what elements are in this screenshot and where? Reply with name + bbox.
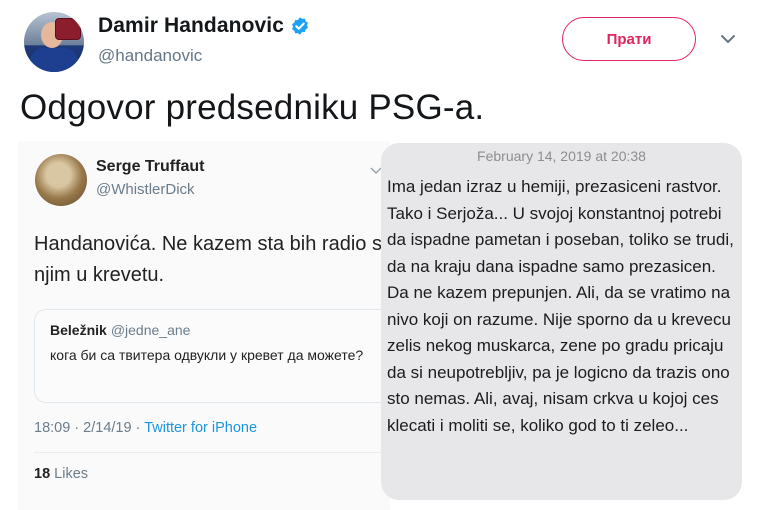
- quoted-tweet-author: Beležnik @jedne_ane: [50, 322, 190, 338]
- avatar-suit: [30, 48, 78, 72]
- message-date: February 14, 2019 at 20:38: [477, 148, 646, 164]
- quoted-tweet-text: кога би са твитера одвукли у кревет да м…: [50, 347, 364, 363]
- embedded-display-name: Serge Truffaut: [96, 158, 205, 175]
- embedded-tweet-text: Handanovića. Ne kazem sta bih radio s nj…: [34, 233, 382, 286]
- embedded-likes: 18 Likes: [34, 466, 88, 482]
- quoted-tweet: Beležnik @jedne_ane кога би са твитера од…: [34, 309, 390, 403]
- user-handle[interactable]: @handanovic: [98, 46, 202, 66]
- embedded-divider: [34, 452, 390, 453]
- embedded-handle: @WhistlerDick: [96, 181, 195, 198]
- embedded-time: 18:09 · 2/14/19 ·: [34, 420, 145, 436]
- message-text: Ima jedan izraz u hemiji, prezasiceni ra…: [387, 177, 734, 435]
- verified-badge-icon: [292, 17, 308, 35]
- quoted-tweet-handle: @jedne_ane: [110, 322, 191, 338]
- avatar-crest: [55, 18, 81, 40]
- embedded-source: Twitter for iPhone: [144, 420, 258, 436]
- display-name[interactable]: Damir Handanovic: [98, 14, 284, 38]
- embedded-likes-count: 18: [34, 466, 51, 482]
- chevron-down-icon[interactable]: [720, 33, 736, 45]
- embedded-tweet-screenshot: Serge Truffaut @WhistlerDick Handanovića…: [18, 141, 390, 510]
- profile-avatar[interactable]: [24, 12, 84, 72]
- display-name-row[interactable]: Damir Handanovic: [98, 14, 310, 38]
- embedded-tweet-timestamp: 18:09 · 2/14/19 · Twitter for iPhone: [34, 420, 257, 436]
- embedded-likes-label: Likes: [54, 466, 89, 482]
- message-bubble: February 14, 2019 at 20:38 Ima jedan izr…: [381, 143, 742, 500]
- quoted-tweet-name: Beležnik: [50, 322, 107, 338]
- follow-button[interactable]: Прати: [562, 17, 696, 61]
- tweet-text: Odgovor predsedniku PSG-a.: [20, 88, 485, 127]
- embedded-avatar: [35, 154, 87, 206]
